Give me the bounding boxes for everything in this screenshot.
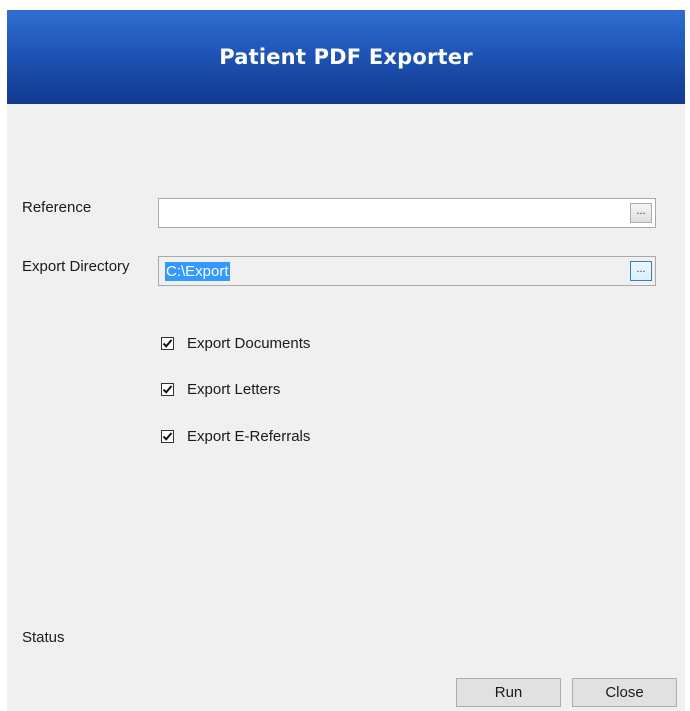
checkmark-icon	[162, 431, 173, 441]
export-e-referrals-label: Export E-Referrals	[187, 427, 311, 445]
checkbox-box[interactable]	[161, 429, 174, 443]
export-letters-label: Export Letters	[187, 380, 281, 398]
reference-input[interactable]: ...	[158, 198, 656, 228]
close-button[interactable]: Close	[572, 678, 677, 707]
export-documents-label: Export Documents	[187, 334, 311, 352]
run-button[interactable]: Run	[456, 678, 561, 707]
reference-label: Reference	[22, 199, 92, 216]
export-directory-browse-button[interactable]: ...	[630, 261, 652, 281]
checkbox-box[interactable]	[161, 336, 174, 350]
reference-browse-button[interactable]: ...	[630, 203, 652, 223]
export-letters-checkbox[interactable]: Export Letters	[161, 380, 280, 398]
export-e-referrals-checkbox[interactable]: Export E-Referrals	[161, 427, 310, 445]
export-directory-label: Export Directory	[22, 258, 130, 275]
exporter-window: Patient PDF Exporter Reference ... Expor…	[7, 10, 685, 711]
checkmark-icon	[162, 384, 173, 394]
app-title: Patient PDF Exporter	[219, 45, 473, 69]
checkbox-box[interactable]	[161, 382, 174, 396]
checkmark-icon	[162, 338, 173, 348]
header-banner: Patient PDF Exporter	[7, 10, 685, 104]
export-directory-value: C:\Export	[165, 262, 230, 281]
status-label: Status	[22, 629, 65, 646]
export-documents-checkbox[interactable]: Export Documents	[161, 334, 310, 352]
export-directory-input[interactable]: C:\Export ...	[158, 256, 656, 286]
